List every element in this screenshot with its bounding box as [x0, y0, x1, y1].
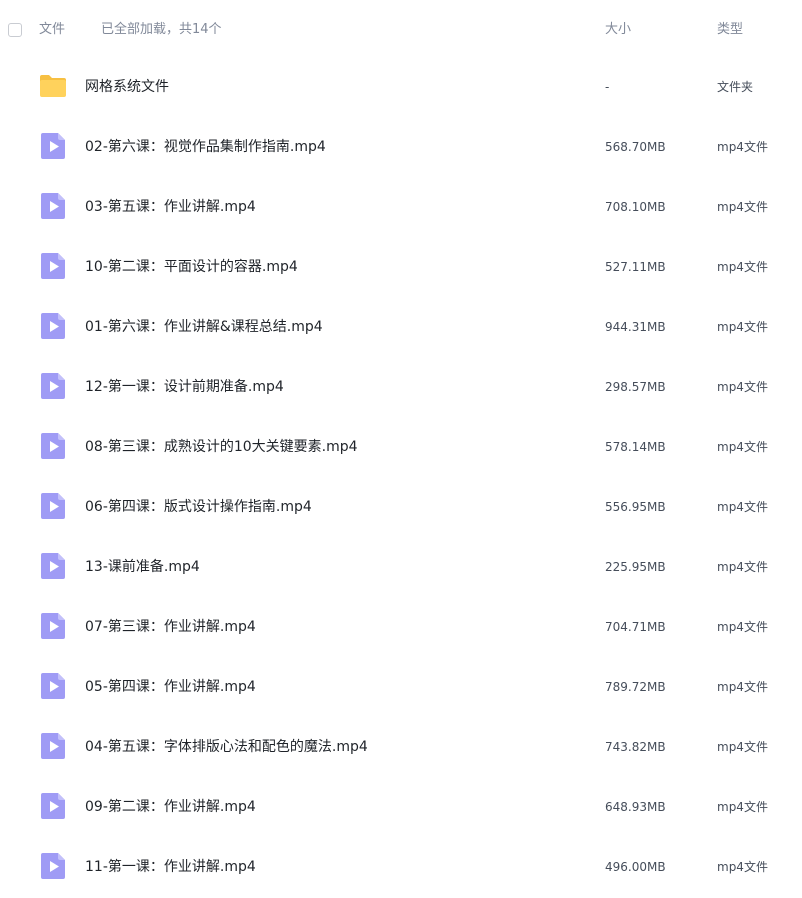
file-type: mp4文件 [717, 140, 768, 154]
file-row[interactable]: 09-第二课：作业讲解.mp4 648.93MB mp4文件 [0, 777, 802, 837]
file-row[interactable]: 04-第五课：字体排版心法和配色的魔法.mp4 743.82MB mp4文件 [0, 717, 802, 777]
file-row[interactable]: 网格系统文件 - 文件夹 [0, 57, 802, 117]
file-row[interactable]: 10-第二课：平面设计的容器.mp4 527.11MB mp4文件 [0, 237, 802, 297]
file-row[interactable]: 05-第四课：作业讲解.mp4 789.72MB mp4文件 [0, 657, 802, 717]
file-name[interactable]: 07-第三课：作业讲解.mp4 [85, 617, 256, 637]
file-size: 568.70MB [605, 140, 666, 154]
video-file-icon [38, 131, 68, 161]
file-type: mp4文件 [717, 380, 768, 394]
file-type: mp4文件 [717, 260, 768, 274]
file-row[interactable]: 03-第五课：作业讲解.mp4 708.10MB mp4文件 [0, 177, 802, 237]
file-row[interactable]: 08-第三课：成熟设计的10大关键要素.mp4 578.14MB mp4文件 [0, 417, 802, 477]
file-size: 556.95MB [605, 500, 666, 514]
select-all-checkbox[interactable] [8, 23, 22, 37]
file-name[interactable]: 09-第二课：作业讲解.mp4 [85, 797, 256, 817]
file-size: - [605, 80, 610, 94]
file-size: 298.57MB [605, 380, 666, 394]
file-type: mp4文件 [717, 320, 768, 334]
file-type: mp4文件 [717, 440, 768, 454]
file-name[interactable]: 03-第五课：作业讲解.mp4 [85, 197, 256, 217]
file-type: mp4文件 [717, 800, 768, 814]
file-size: 225.95MB [605, 560, 666, 574]
file-type: mp4文件 [717, 740, 768, 754]
file-size: 704.71MB [605, 620, 666, 634]
file-name[interactable]: 06-第四课：版式设计操作指南.mp4 [85, 497, 312, 517]
file-type: 文件夹 [717, 80, 754, 94]
file-name[interactable]: 11-第一课：作业讲解.mp4 [85, 857, 256, 877]
file-type: mp4文件 [717, 200, 768, 214]
file-type: mp4文件 [717, 560, 768, 574]
file-size: 648.93MB [605, 800, 666, 814]
file-row[interactable]: 13-课前准备.mp4 225.95MB mp4文件 [0, 537, 802, 597]
column-header-type[interactable]: 类型 [717, 21, 743, 39]
video-file-icon [38, 431, 68, 461]
video-file-icon [38, 491, 68, 521]
file-row[interactable]: 06-第四课：版式设计操作指南.mp4 556.95MB mp4文件 [0, 477, 802, 537]
video-file-icon [38, 251, 68, 281]
file-type: mp4文件 [717, 500, 768, 514]
file-row[interactable]: 11-第一课：作业讲解.mp4 496.00MB mp4文件 [0, 837, 802, 897]
file-row[interactable]: 07-第三课：作业讲解.mp4 704.71MB mp4文件 [0, 597, 802, 657]
video-file-icon [38, 551, 68, 581]
video-file-icon [38, 311, 68, 341]
file-size: 708.10MB [605, 200, 666, 214]
file-name[interactable]: 08-第三课：成熟设计的10大关键要素.mp4 [85, 437, 358, 457]
video-file-icon [38, 611, 68, 641]
column-header-name[interactable]: 文件 [39, 21, 65, 39]
file-type: mp4文件 [717, 860, 768, 874]
file-type: mp4文件 [717, 680, 768, 694]
file-type: mp4文件 [717, 620, 768, 634]
file-name[interactable]: 网格系统文件 [85, 77, 169, 97]
file-name[interactable]: 13-课前准备.mp4 [85, 557, 200, 577]
file-size: 578.14MB [605, 440, 666, 454]
file-name[interactable]: 01-第六课：作业讲解&课程总结.mp4 [85, 317, 323, 337]
video-file-icon [38, 671, 68, 701]
video-file-icon [38, 791, 68, 821]
folder-icon [38, 71, 68, 101]
file-name[interactable]: 10-第二课：平面设计的容器.mp4 [85, 257, 298, 277]
column-header-size[interactable]: 大小 [605, 21, 631, 39]
file-row[interactable]: 01-第六课：作业讲解&课程总结.mp4 944.31MB mp4文件 [0, 297, 802, 357]
file-list-header: 文件 已全部加载，共14个 大小 类型 [0, 0, 802, 60]
video-file-icon [38, 371, 68, 401]
video-file-icon [38, 851, 68, 881]
file-list: 网格系统文件 - 文件夹 02-第六课：视觉作品集制作指南.mp4 568.70… [0, 57, 802, 897]
file-name[interactable]: 05-第四课：作业讲解.mp4 [85, 677, 256, 697]
video-file-icon [38, 191, 68, 221]
file-size: 743.82MB [605, 740, 666, 754]
file-name[interactable]: 02-第六课：视觉作品集制作指南.mp4 [85, 137, 326, 157]
file-row[interactable]: 12-第一课：设计前期准备.mp4 298.57MB mp4文件 [0, 357, 802, 417]
file-size: 527.11MB [605, 260, 666, 274]
video-file-icon [38, 731, 68, 761]
file-size: 944.31MB [605, 320, 666, 334]
file-size: 789.72MB [605, 680, 666, 694]
file-name[interactable]: 04-第五课：字体排版心法和配色的魔法.mp4 [85, 737, 368, 757]
load-status-text: 已全部加载，共14个 [101, 22, 222, 37]
file-size: 496.00MB [605, 860, 666, 874]
file-row[interactable]: 02-第六课：视觉作品集制作指南.mp4 568.70MB mp4文件 [0, 117, 802, 177]
file-name[interactable]: 12-第一课：设计前期准备.mp4 [85, 377, 284, 397]
